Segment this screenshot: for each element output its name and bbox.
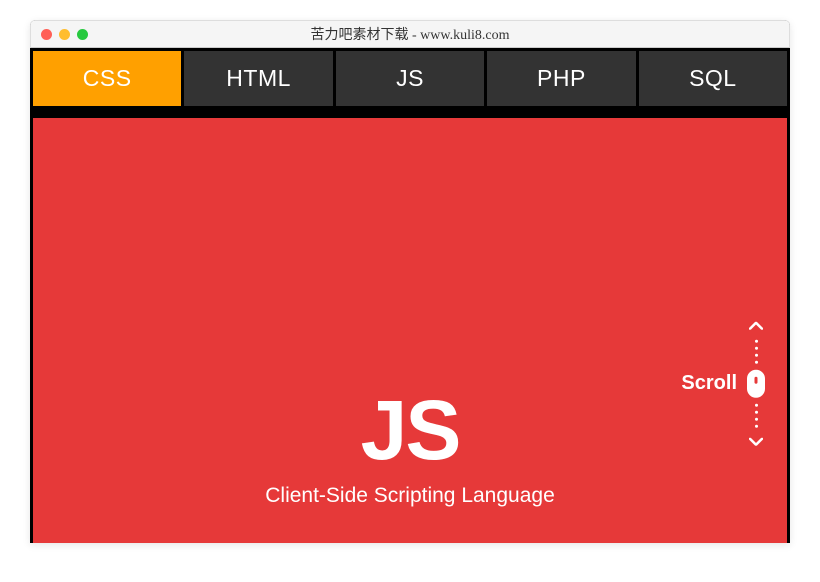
browser-window: 苦力吧素材下载 - www.kuli8.com CSS HTML JS PHP … — [30, 20, 790, 543]
chevron-down-icon — [749, 433, 763, 449]
titlebar: 苦力吧素材下载 - www.kuli8.com — [30, 20, 790, 48]
mouse-icon — [747, 369, 765, 397]
scroll-label: Scroll — [681, 372, 737, 395]
maximize-icon[interactable] — [77, 29, 88, 40]
content-subtitle: Client-Side Scripting Language — [265, 484, 555, 508]
tab-label: CSS — [83, 65, 132, 91]
tab-label: SQL — [689, 65, 737, 91]
traffic-lights — [41, 29, 88, 40]
scroll-dots-down — [755, 403, 758, 427]
tab-php[interactable]: PHP — [487, 51, 635, 106]
close-icon[interactable] — [41, 29, 52, 40]
tab-css[interactable]: CSS — [33, 51, 181, 106]
tab-label: JS — [396, 65, 424, 91]
tab-js[interactable]: JS — [336, 51, 484, 106]
window-title: 苦力吧素材下载 - www.kuli8.com — [41, 24, 779, 44]
tab-bar: CSS HTML JS PHP SQL — [30, 48, 790, 118]
content-title: JS — [361, 388, 460, 472]
tab-html[interactable]: HTML — [184, 51, 332, 106]
tab-label: HTML — [226, 65, 291, 91]
scroll-indicator[interactable]: Scroll — [681, 317, 765, 449]
scroll-visual — [747, 317, 765, 449]
minimize-icon[interactable] — [59, 29, 70, 40]
tab-sql[interactable]: SQL — [639, 51, 787, 106]
content-panel: JS Client-Side Scripting Language Scroll — [33, 118, 787, 543]
tab-label: PHP — [537, 65, 586, 91]
scroll-dots-up — [755, 339, 758, 363]
chevron-up-icon — [749, 317, 763, 333]
